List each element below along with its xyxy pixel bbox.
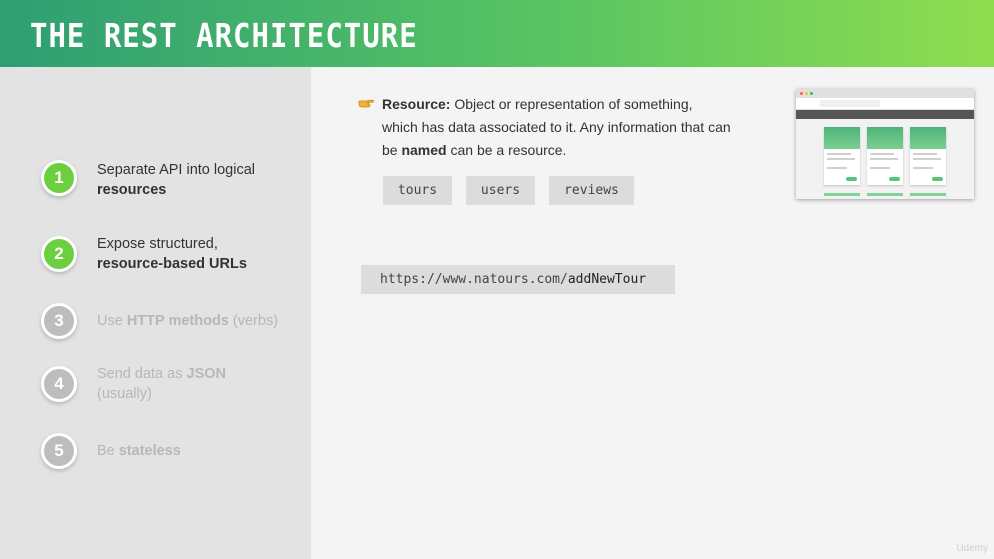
url-base: https://www.natours.com/ bbox=[380, 272, 568, 287]
step-text-post: (verbs) bbox=[228, 313, 279, 329]
step-label: Separate API into logical resources bbox=[97, 160, 297, 200]
step-text-pre: Use bbox=[97, 313, 127, 329]
step-text-bold: resource-based URLs bbox=[97, 256, 247, 272]
thumbnail-card bbox=[867, 127, 903, 185]
step-text-plain: Separate API into logical bbox=[97, 162, 255, 178]
step-text-pre: Send data as bbox=[97, 366, 187, 382]
udemy-watermark: Udemy bbox=[956, 543, 988, 554]
step-text-bold: JSON bbox=[186, 366, 227, 382]
example-url: https://www.natours.com/addNewTour bbox=[361, 265, 675, 294]
step-number-badge: 4 bbox=[41, 366, 77, 402]
step-number-badge: 5 bbox=[41, 433, 77, 469]
step-text-bold: resources bbox=[97, 182, 167, 198]
step-label: Use HTTP methods (verbs) bbox=[97, 311, 297, 331]
thumbnail-nav bbox=[796, 110, 974, 119]
thumbnail-card bbox=[824, 127, 860, 185]
step-number-badge: 1 bbox=[41, 160, 77, 196]
definition-bold-word: named bbox=[401, 142, 447, 158]
step-text-plain: Expose structured, bbox=[97, 236, 218, 252]
url-path: addNewTour bbox=[567, 272, 647, 287]
definition-text-end: can be a resource. bbox=[446, 142, 567, 158]
step-number-badge: 3 bbox=[41, 303, 77, 339]
resource-tag-reviews: reviews bbox=[549, 176, 634, 205]
slide-header: THE REST ARCHITECTURE bbox=[0, 0, 994, 67]
thumbnail-card bbox=[910, 127, 946, 185]
resource-tag-users: users bbox=[466, 176, 535, 205]
thumbnail-tab-bar bbox=[796, 89, 974, 98]
thumbnail-url-bar bbox=[796, 98, 974, 110]
step-label: Expose structured, resource-based URLs bbox=[97, 234, 297, 274]
step-number-badge: 2 bbox=[41, 236, 77, 272]
resource-definition: Resource: Object or representation of so… bbox=[382, 93, 732, 162]
step-text-pre: Be bbox=[97, 443, 119, 459]
step-text-post: (usually) bbox=[97, 386, 152, 402]
website-screenshot-thumbnail bbox=[796, 89, 974, 199]
definition-term: Resource: bbox=[382, 96, 451, 112]
slide-title: THE REST ARCHITECTURE bbox=[30, 16, 418, 56]
step-label: Send data as JSON (usually) bbox=[97, 364, 297, 404]
resource-tag-tours: tours bbox=[383, 176, 452, 205]
step-text-bold: HTTP methods bbox=[126, 313, 229, 329]
pointing-hand-icon bbox=[358, 99, 374, 108]
step-text-bold: stateless bbox=[118, 443, 181, 459]
step-label: Be stateless bbox=[97, 441, 297, 461]
